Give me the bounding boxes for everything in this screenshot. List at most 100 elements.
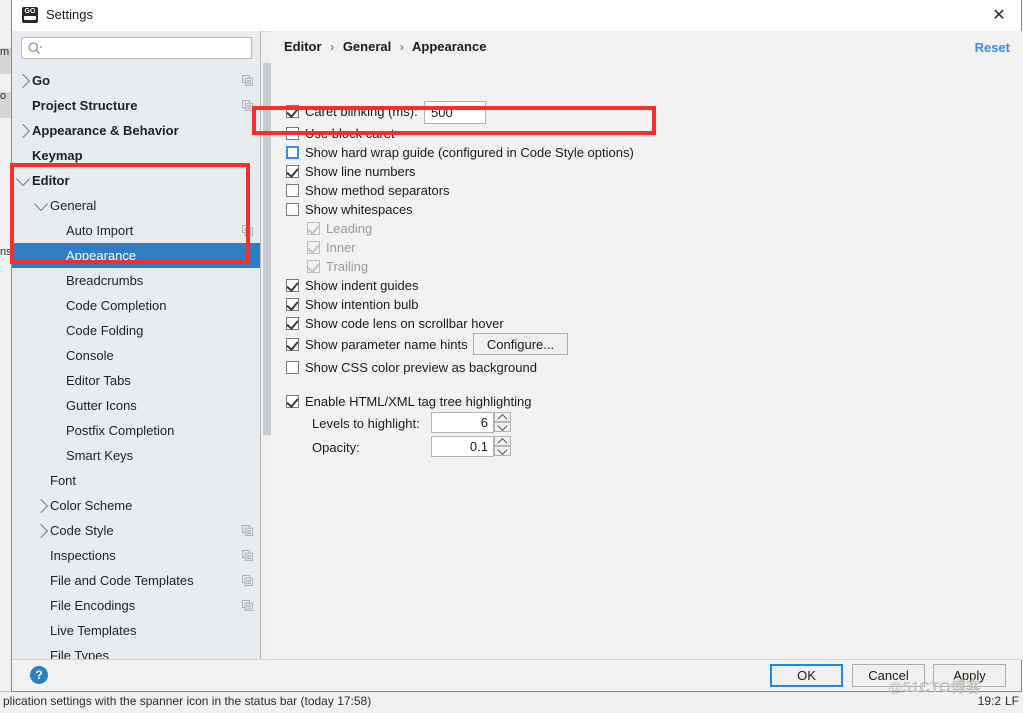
search-icon — [28, 42, 43, 55]
opacity-stepper[interactable] — [494, 436, 511, 457]
ide-status-bar: plication settings with the spanner icon… — [0, 691, 1023, 713]
breadcrumb-separator-1: › — [330, 40, 335, 54]
checkbox-show-indent-guides[interactable] — [286, 279, 299, 292]
sidebar-item-gutter-icons[interactable]: Gutter Icons — [12, 393, 260, 418]
sidebar-item-appearance-behavior[interactable]: Appearance & Behavior — [12, 118, 260, 143]
reset-link[interactable]: Reset — [975, 40, 1010, 55]
close-icon[interactable]: ✕ — [977, 0, 1021, 30]
sidebar-item-label: Appearance & Behavior — [32, 123, 179, 138]
checkbox-show-css-color-preview-as-background[interactable] — [286, 361, 299, 374]
sidebar-item-label: Go — [32, 73, 51, 88]
checkbox-enable-html-xml-tag-tree-highlighting[interactable] — [286, 395, 299, 408]
checkbox-show-line-numbers[interactable] — [286, 165, 299, 178]
breadcrumb-separator-2: › — [399, 40, 404, 54]
sidebar-item-label: File Encodings — [50, 598, 136, 613]
checkbox-show-method-separators[interactable] — [286, 184, 299, 197]
ok-button[interactable]: OK — [770, 664, 843, 687]
checkbox-use-block-caret[interactable] — [286, 127, 299, 140]
chevron-right-icon[interactable] — [15, 73, 31, 89]
levels-to-highlight-stepper[interactable] — [494, 412, 511, 433]
sidebar-item-go[interactable]: Go — [12, 68, 260, 93]
option-label-leading: Leading — [326, 221, 373, 236]
checkbox-inner — [307, 241, 320, 254]
stepper-down-icon[interactable] — [494, 444, 511, 456]
sidebar-item-label: Smart Keys — [66, 448, 134, 463]
copy-icon[interactable] — [242, 75, 253, 86]
option-label-use-block-caret: Use block caret — [305, 126, 395, 141]
sidebar-item-auto-import[interactable]: Auto Import — [12, 218, 260, 243]
stepper-down-icon[interactable] — [494, 420, 511, 432]
sidebar-item-live-templates[interactable]: Live Templates — [12, 618, 260, 643]
sidebar-item-breadcrumbs[interactable]: Breadcrumbs — [12, 268, 260, 293]
sidebar-item-label: Code Completion — [66, 298, 167, 313]
sidebar-item-code-completion[interactable]: Code Completion — [12, 293, 260, 318]
sidebar-item-label: Postfix Completion — [66, 423, 175, 438]
sidebar-item-label: Breadcrumbs — [66, 273, 144, 288]
checkbox-show-parameter-name-hints[interactable] — [286, 338, 299, 351]
sidebar-item-color-scheme[interactable]: Color Scheme — [12, 493, 260, 518]
search-input[interactable] — [47, 38, 251, 60]
sidebar-item-general[interactable]: General — [12, 193, 260, 218]
configure-button[interactable]: Configure... — [473, 333, 568, 355]
opacity-label: Opacity: — [312, 440, 360, 455]
sidebar-item-appearance[interactable]: Appearance — [12, 243, 260, 268]
sidebar-item-keymap[interactable]: Keymap — [12, 143, 260, 168]
checkbox-show-intention-bulb[interactable] — [286, 298, 299, 311]
status-bar-time: 19:2 — [977, 694, 1001, 708]
sidebar-item-file-and-code-templates[interactable]: File and Code Templates — [12, 568, 260, 593]
settings-dialog: GO Settings ✕ Go Project Structure Appeara… — [11, 0, 1023, 692]
sidebar-item-file-types[interactable]: File Types — [12, 643, 260, 660]
copy-icon[interactable] — [242, 225, 253, 236]
sidebar-item-inspections[interactable]: Inspections — [12, 543, 260, 568]
checkbox-show-hard-wrap-guide-configured-in-code-style-options[interactable] — [286, 146, 299, 159]
sidebar-item-code-style[interactable]: Code Style — [12, 518, 260, 543]
chevron-right-icon[interactable] — [15, 123, 31, 139]
sidebar-item-label: Code Folding — [66, 323, 144, 338]
cancel-button[interactable]: Cancel — [852, 664, 925, 687]
chevron-down-icon[interactable] — [33, 196, 49, 212]
sidebar-item-project-structure[interactable]: Project Structure — [12, 93, 260, 118]
chevron-right-icon[interactable] — [33, 523, 49, 539]
breadcrumb-item-editor[interactable]: Editor — [284, 39, 322, 54]
sidebar-item-console[interactable]: Console — [12, 343, 260, 368]
copy-icon[interactable] — [242, 550, 253, 561]
copy-icon[interactable] — [242, 600, 253, 611]
sidebar-item-label: Gutter Icons — [66, 398, 137, 413]
sidebar-item-code-folding[interactable]: Code Folding — [12, 318, 260, 343]
caret-blinking-input[interactable]: 500 — [424, 101, 486, 124]
breadcrumb-item-general[interactable]: General — [343, 39, 391, 54]
levels-to-highlight-input[interactable]: 6 — [431, 412, 494, 433]
status-bar-line-ending: LF — [1004, 694, 1019, 708]
sidebar-item-file-encodings[interactable]: File Encodings — [12, 593, 260, 618]
breadcrumb-item-appearance[interactable]: Appearance — [412, 39, 486, 54]
sidebar-item-label: Color Scheme — [50, 498, 133, 513]
option-label-show-parameter-name-hints: Show parameter name hints — [305, 337, 468, 352]
option-label-trailing: Trailing — [326, 259, 369, 274]
status-bar-message: plication settings with the spanner icon… — [3, 694, 372, 708]
checkbox-trailing — [307, 260, 320, 273]
copy-icon[interactable] — [242, 525, 253, 536]
sidebar-item-label: Live Templates — [50, 623, 137, 638]
settings-tree[interactable]: Go Project Structure Appearance & Behavior… — [12, 68, 260, 660]
option-label-enable-html-xml-tag-tree-highlighting: Enable HTML/XML tag tree highlighting — [305, 394, 532, 409]
sidebar-item-smart-keys[interactable]: Smart Keys — [12, 443, 260, 468]
option-label-show-whitespaces: Show whitespaces — [305, 202, 413, 217]
help-icon[interactable]: ? — [30, 666, 48, 684]
sidebar-item-font[interactable]: Font — [12, 468, 260, 493]
sidebar-item-editor[interactable]: Editor — [12, 168, 260, 193]
sidebar-item-postfix-completion[interactable]: Postfix Completion — [12, 418, 260, 443]
chevron-down-icon[interactable] — [15, 171, 31, 187]
apply-button[interactable]: Apply — [933, 664, 1006, 687]
sidebar-scrollbar-thumb[interactable] — [263, 63, 271, 435]
sidebar-item-label: General — [50, 198, 97, 213]
checkbox-show-whitespaces[interactable] — [286, 203, 299, 216]
checkbox-caret-blinking[interactable] — [286, 105, 299, 118]
copy-icon[interactable] — [242, 575, 253, 586]
chevron-right-icon[interactable] — [33, 498, 49, 514]
copy-icon[interactable] — [242, 100, 253, 111]
checkbox-show-code-lens-on-scrollbar-hover[interactable] — [286, 317, 299, 330]
opacity-input[interactable]: 0.1 — [431, 436, 494, 457]
sidebar-item-editor-tabs[interactable]: Editor Tabs — [12, 368, 260, 393]
search-box[interactable] — [21, 37, 252, 60]
sidebar-item-label: Project Structure — [32, 98, 138, 113]
